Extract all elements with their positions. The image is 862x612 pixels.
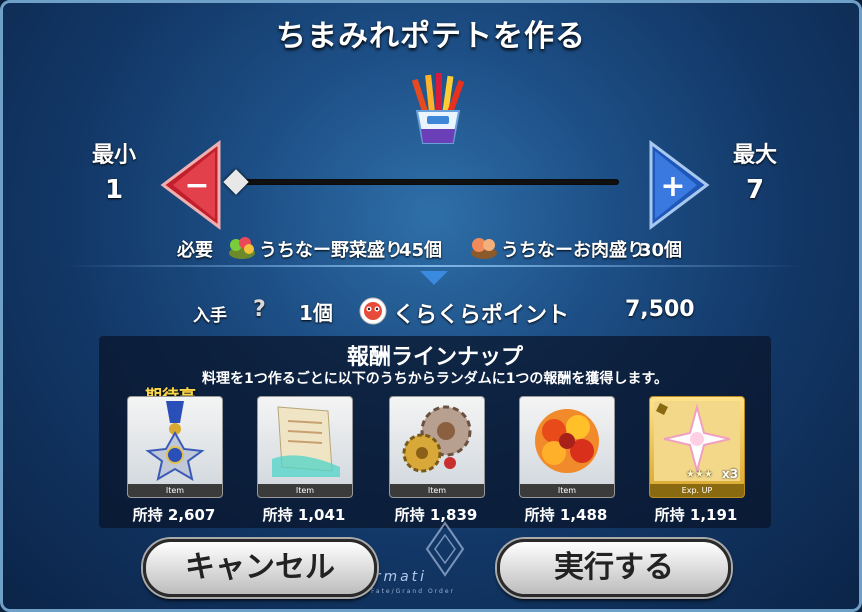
reward-item[interactable]: Item 所持 1,488: [519, 396, 615, 525]
meat-platter-icon: [471, 238, 497, 259]
requirement-item-2-name: うちなーお肉盛り: [501, 240, 645, 261]
reward-lineup-panel: 報酬ラインナップ 料理を1つ作るごとに以下のうちからランダムに1つの報酬を獲得し…: [99, 336, 771, 528]
gain-label: 入手: [193, 306, 227, 326]
quantity-slider-thumb[interactable]: [223, 169, 249, 195]
max-indicator: 最大 7: [727, 137, 783, 205]
craft-dialog: ちまみれポテトを作る 最小 1 最大 7 − + 必要 うちなー野菜盛り 45個…: [0, 0, 862, 612]
plus-symbol: +: [660, 169, 685, 204]
unknown-reward-icon: ?: [253, 297, 266, 322]
reward-tag: Exp. UP: [650, 484, 744, 497]
reward-item[interactable]: Item 所持 1,839: [389, 396, 485, 525]
requirement-item-1-name: うちなー野菜盛り: [259, 240, 403, 261]
dialog-title: ちまみれポテトを作る: [276, 19, 586, 54]
reward-card: Item: [127, 396, 223, 498]
point-name: くらくらポイント: [393, 303, 570, 328]
reward-item[interactable]: Item 所持 1,041: [257, 396, 353, 525]
vegetable-platter-icon: [229, 237, 255, 259]
bloody-fries-icon: [411, 73, 465, 144]
held-count: 所持 1,488: [524, 506, 608, 524]
lineup-title: 報酬ラインナップ: [346, 345, 523, 370]
point-value: 7,500: [625, 297, 695, 322]
reward-card: ★★★ x3 Exp. UP: [649, 396, 745, 498]
reward-card: Item: [257, 396, 353, 498]
medal-icon: [145, 401, 205, 482]
lineup-description: 料理を1つ作るごとに以下のうちからランダムに1つの報酬を獲得します。: [201, 371, 669, 387]
min-label: 最小: [91, 143, 136, 168]
down-arrow-icon: [420, 271, 448, 285]
min-indicator: 最小 1: [87, 137, 141, 205]
reward-card: Item: [519, 396, 615, 498]
reward-tag: Item: [258, 484, 352, 497]
left-arrow-icon: −: [160, 140, 221, 230]
gain-count: 1個: [299, 301, 333, 325]
min-value: 1: [104, 175, 124, 205]
increase-button[interactable]: +: [647, 139, 711, 231]
reward-tag: Item: [520, 484, 614, 497]
multiplier-label: x3: [722, 467, 739, 481]
right-arrow-icon: +: [649, 140, 710, 230]
held-count: 所持 1,041: [262, 506, 346, 524]
reward-item[interactable]: ★★★ x3 Exp. UP 所持 1,191: [649, 396, 745, 525]
kurakura-point-icon: [359, 297, 387, 325]
max-label: 最大: [732, 143, 777, 168]
quantity-slider-track[interactable]: [235, 179, 619, 185]
held-count: 所持 1,191: [654, 506, 738, 524]
reward-item[interactable]: 期待高 Item 所持 2,607: [127, 387, 223, 525]
flower-icon: [535, 409, 599, 473]
decrease-button[interactable]: −: [159, 139, 223, 231]
required-label: 必要: [177, 240, 213, 261]
reward-card: Item: [389, 396, 485, 498]
reward-tag: Item: [390, 484, 484, 497]
requirement-item-2-count: 30個: [639, 240, 683, 261]
max-value: 7: [745, 175, 765, 205]
scroll-icon: [272, 406, 340, 477]
rarity-stars: ★★★: [686, 469, 713, 480]
cancel-button[interactable]: キャンセル: [143, 539, 377, 597]
execute-button[interactable]: 実行する: [497, 539, 731, 597]
minus-symbol: −: [184, 168, 209, 203]
divider-line: [63, 265, 805, 267]
reward-tag: Item: [128, 484, 222, 497]
requirement-item-1-count: 45個: [399, 240, 443, 261]
watermark-subtext: Fate/Grand Order: [371, 588, 456, 595]
gears-icon: [402, 405, 472, 473]
held-count: 所持 2,607: [132, 506, 216, 524]
